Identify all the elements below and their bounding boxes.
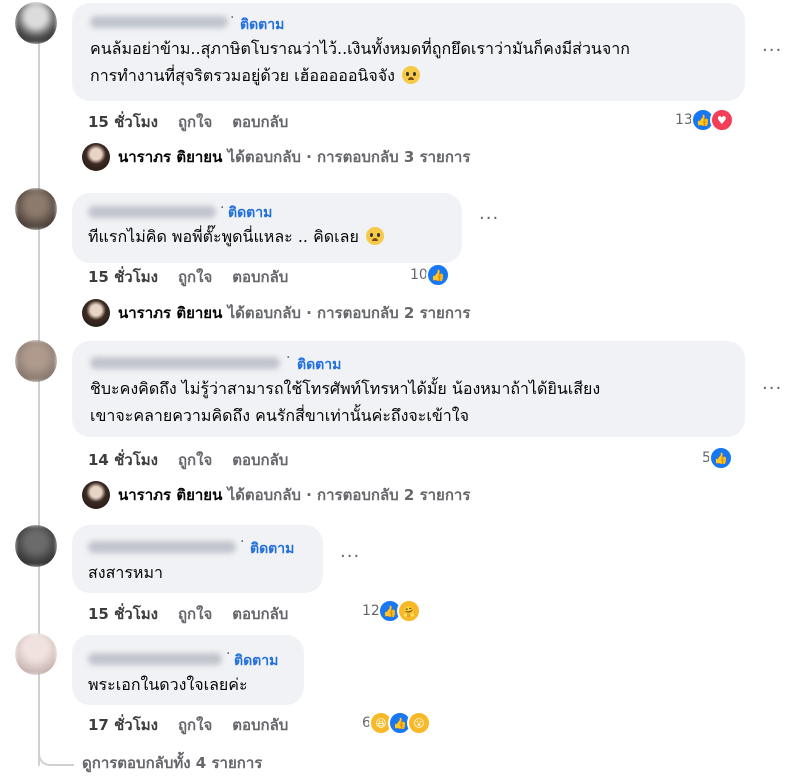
separator-dot: · [240,534,245,550]
comment-time[interactable]: 15 ชั่วโมง [88,268,158,286]
reaction-summary[interactable]: 13 👍 ♥ [675,108,734,132]
comment-text-line: พระเอกในดวงใจเลยค่ะ [88,675,248,694]
comment-text-line: เขาจะคลายความคิดถึง คนรักสี่ขาเท่านั้นค่… [90,406,469,425]
replies-count-text: ได้ตอบกลับ · การตอบกลับ 2 รายการ [227,486,471,504]
care-icon: 🤗 [396,599,421,623]
comment-bubble: · ติดตาม คนล้มอย่าข้าม..สุภาษิตโบราณว่าไ… [72,3,745,101]
commenter-avatar[interactable] [15,188,57,230]
reaction-summary[interactable]: 6 😆 👍 😮 [362,711,431,735]
replier-avatar [82,481,110,509]
more-options-icon[interactable]: ··· [762,378,782,399]
comment-time[interactable]: 15 ชั่วโมง [88,113,158,131]
replier-name: นาราภร ติยายน [118,148,223,166]
reaction-summary[interactable]: 10 👍 [410,263,450,287]
replies-summary[interactable]: นาราภร ติยายน ได้ตอบกลับ · การตอบกลับ 2 … [82,299,470,327]
comment-text-line: คนล้มอย่าข้าม..สุภาษิตโบราณว่าไว้..เงินท… [90,39,630,58]
like-icon: 👍 [425,263,450,287]
follow-button[interactable]: ติดตาม [228,202,272,224]
separator-dot: · [220,200,225,216]
comment-text-line: ชิบะคงคิดถึง ไม่รู้ว่าสามารถใช้โทรศัพท์โ… [90,379,601,398]
reaction-summary[interactable]: 5 👍 [702,446,733,470]
more-options-icon[interactable]: ··· [762,40,782,61]
reply-button[interactable]: ตอบกลับ [232,451,288,469]
emoji-wow-icon [402,66,421,84]
commenter-name[interactable] [88,541,236,553]
view-all-replies-link[interactable]: ดูการตอบกลับทั้ง 4 รายการ [82,751,262,775]
more-options-icon[interactable]: ··· [340,546,360,567]
commenter-name[interactable] [90,357,280,369]
comment-text-line: สงสารหมา [88,563,163,582]
comment-bubble: · ติดตาม พระเอกในดวงใจเลยค่ะ [72,635,304,705]
replier-name: นาราภร ติยายน [118,304,223,322]
like-button[interactable]: ถูกใจ [178,113,212,131]
thread-connector [38,738,74,766]
reply-button[interactable]: ตอบกลับ [232,113,288,131]
replies-summary[interactable]: นาราภร ติยายน ได้ตอบกลับ · การตอบกลับ 3 … [82,143,470,171]
follow-button[interactable]: ติดตาม [297,354,341,376]
like-button[interactable]: ถูกใจ [178,451,212,469]
replies-summary[interactable]: นาราภร ติยายน ได้ตอบกลับ · การตอบกลับ 2 … [82,481,470,509]
comment-actions: 15 ชั่วโมง ถูกใจ ตอบกลับ [88,265,308,289]
replier-avatar [82,143,110,171]
replier-avatar [82,299,110,327]
more-options-icon[interactable]: ··· [479,208,499,229]
like-button[interactable]: ถูกใจ [178,716,212,734]
comment-actions: 17 ชั่วโมง ถูกใจ ตอบกลับ [88,713,308,737]
comment-text-line: ทีแรกไม่คิด พอพี่ตั๊ะพูดนี่แหละ .. คิดเล… [88,223,384,250]
like-button[interactable]: ถูกใจ [178,268,212,286]
comment-bubble: · ติดตาม ชิบะคงคิดถึง ไม่รู้ว่าสามารถใช้… [72,341,745,437]
reply-button[interactable]: ตอบกลับ [232,605,288,623]
comment-bubble: · ติดตาม สงสารหมา [72,525,323,593]
comment-time[interactable]: 14 ชั่วโมง [88,451,158,469]
reply-button[interactable]: ตอบกลับ [232,268,288,286]
wow-icon: 😮 [406,711,431,735]
reaction-summary[interactable]: 12 👍 🤗 [362,599,421,623]
like-button[interactable]: ถูกใจ [178,605,212,623]
separator-dot: · [230,10,235,26]
comment-actions: 14 ชั่วโมง ถูกใจ ตอบกลับ [88,448,308,472]
commenter-avatar[interactable] [15,2,57,44]
replies-count-text: ได้ตอบกลับ · การตอบกลับ 2 รายการ [227,304,471,322]
comment-time[interactable]: 17 ชั่วโมง [88,716,158,734]
comment-bubble: · ติดตาม ทีแรกไม่คิด พอพี่ตั๊ะพูดนี่แหละ… [72,193,462,263]
commenter-name[interactable] [90,16,228,28]
replies-count-text: ได้ตอบกลับ · การตอบกลับ 3 รายการ [227,148,471,166]
commenter-avatar[interactable] [15,633,57,675]
follow-button[interactable]: ติดตาม [234,650,278,672]
separator-dot: · [286,350,291,366]
comment-actions: 15 ชั่วโมง ถูกใจ ตอบกลับ [88,110,308,134]
commenter-avatar[interactable] [15,340,57,382]
replier-name: นาราภร ติยายน [118,486,223,504]
commenter-name[interactable] [88,206,216,218]
comment-time[interactable]: 15 ชั่วโมง [88,605,158,623]
commenter-name[interactable] [88,653,222,665]
love-icon: ♥ [709,108,734,132]
comment-text-line: การทำงานที่สุจริตรวมอยู่ด้วย เฮ้อออออนิจ… [90,62,421,89]
emoji-wow-icon [365,227,384,245]
follow-button[interactable]: ติดตาม [240,14,284,36]
comment-actions: 15 ชั่วโมง ถูกใจ ตอบกลับ [88,602,308,626]
reply-button[interactable]: ตอบกลับ [232,716,288,734]
commenter-avatar[interactable] [15,525,57,567]
separator-dot: · [226,646,231,662]
like-icon: 👍 [708,446,733,470]
follow-button[interactable]: ติดตาม [250,538,294,560]
